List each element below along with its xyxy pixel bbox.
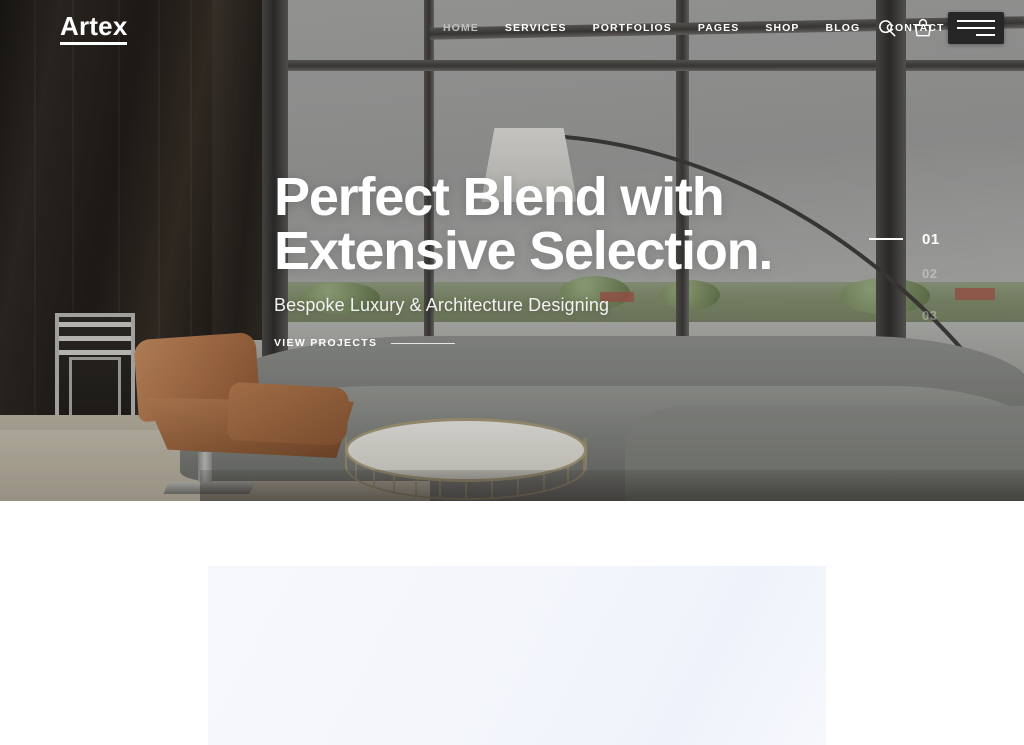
hero-title: Perfect Blend with Extensive Selection.: [274, 167, 773, 281]
hero-slider: Artex HOME SERVICES PORTFOLIOS PAGES SHO…: [0, 0, 1024, 501]
brand-logo[interactable]: Artex: [60, 12, 128, 46]
hero-content: Perfect Blend with Extensive Selection. …: [274, 167, 773, 349]
slider-dot-03[interactable]: 03: [869, 294, 946, 336]
nav-item-blog[interactable]: BLOG: [813, 22, 874, 34]
slider-number-02[interactable]: 02: [922, 266, 946, 281]
slider-number-01[interactable]: 01: [922, 231, 946, 248]
header-actions: [876, 12, 1004, 44]
hero-subtitle: Bespoke Luxury & Architecture Designing: [274, 295, 610, 315]
view-projects-label: VIEW PROJECTS: [274, 337, 378, 349]
site-header: Artex HOME SERVICES PORTFOLIOS PAGES SHO…: [0, 0, 1024, 58]
about-section: Our Story We Are Passionate And Always P…: [0, 501, 1024, 745]
slider-pagination: 01 02 03: [869, 226, 946, 336]
nav-item-pages[interactable]: PAGES: [685, 22, 752, 34]
hero-title-line-1: Perfect Blend with: [274, 167, 725, 227]
slider-dot-02[interactable]: 02: [869, 252, 946, 294]
slider-active-dash: [869, 238, 903, 240]
shopping-basket-icon[interactable]: [912, 17, 934, 39]
slider-dot-01[interactable]: 01: [869, 226, 946, 252]
nav-item-shop[interactable]: SHOP: [752, 22, 812, 34]
view-projects-button[interactable]: VIEW PROJECTS: [274, 337, 772, 349]
nav-item-home[interactable]: HOME: [430, 22, 492, 34]
hamburger-menu-icon[interactable]: [948, 12, 1004, 44]
cta-underline: [391, 342, 456, 344]
nav-item-portfolios[interactable]: PORTFOLIOS: [580, 22, 685, 34]
slider-number-03[interactable]: 03: [922, 308, 946, 323]
hero-title-line-2: Extensive Selection.: [274, 221, 773, 281]
nav-item-services[interactable]: SERVICES: [492, 22, 580, 34]
search-icon[interactable]: [876, 17, 898, 39]
about-card-background: [208, 566, 826, 745]
